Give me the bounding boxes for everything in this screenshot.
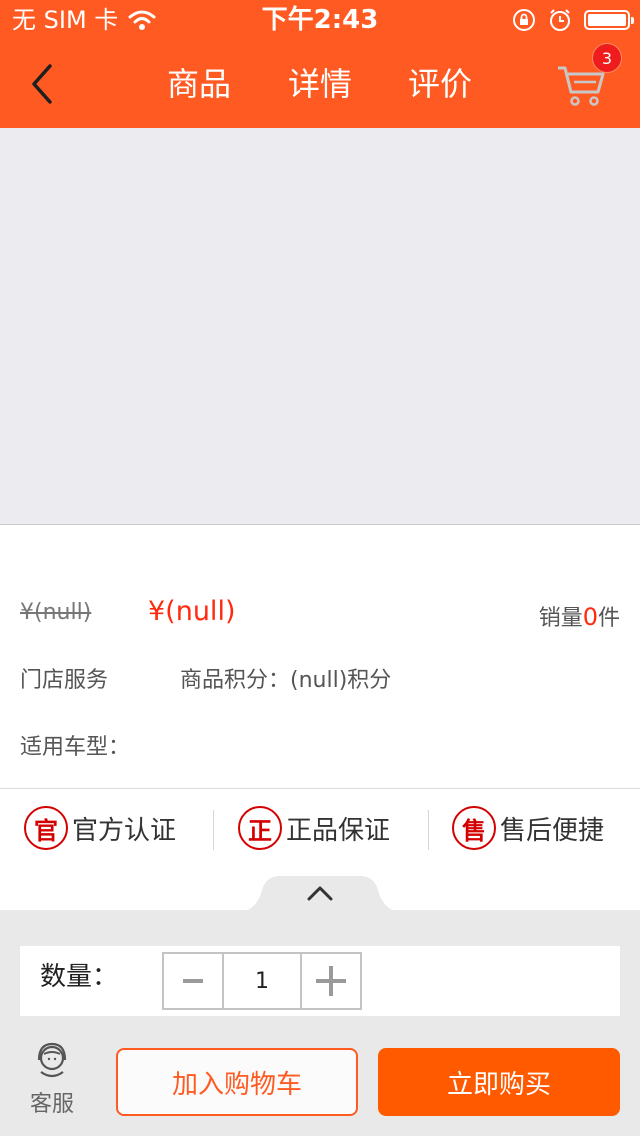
sales-info: 销量0件	[539, 600, 620, 632]
product-points: 商品积分：(null)积分	[180, 668, 392, 693]
app-header: 无 SIM 卡 下午2:43 商品 详情 评价 3	[0, 0, 640, 128]
original-price: ¥(null)	[20, 600, 92, 625]
cart-count-badge: 3	[592, 43, 622, 73]
collapse-tab-shape	[238, 876, 402, 912]
quantity-value[interactable]: 1	[222, 954, 302, 1008]
badge-label: 售后便捷	[500, 815, 605, 846]
badge-separator	[213, 810, 214, 850]
tab-detail[interactable]: 详情	[288, 62, 352, 106]
official-icon: 官	[24, 806, 68, 850]
badge-after-sales: 售 售后便捷	[452, 806, 604, 850]
minus-icon	[183, 979, 203, 983]
quantity-row: 数量： 1	[20, 946, 620, 1016]
badge-official: 官 官方认证	[24, 806, 176, 850]
guarantee-badges: 官 官方认证 正 正品保证 售 售后便捷	[0, 790, 640, 870]
nav-bar: 商品 详情 评价 3	[0, 40, 640, 128]
add-to-cart-button[interactable]: 加入购物车	[116, 1048, 358, 1116]
rotation-lock-icon	[513, 9, 535, 31]
badge-label: 正品保证	[286, 815, 391, 846]
status-bar: 无 SIM 卡 下午2:43	[0, 0, 640, 40]
headset-icon	[37, 1042, 67, 1078]
plus-icon	[316, 966, 346, 996]
quantity-stepper: 1	[162, 952, 362, 1010]
price-row: ¥(null) ¥(null) 销量0件	[0, 594, 640, 638]
sales-unit: 件	[597, 606, 620, 631]
increase-button[interactable]	[302, 954, 360, 1008]
sales-label: 销量	[538, 606, 583, 631]
alarm-icon	[550, 9, 570, 31]
customer-service-button[interactable]: 客服	[20, 1040, 84, 1120]
decrease-button[interactable]	[164, 954, 222, 1008]
store-service: 门店服务	[20, 668, 109, 693]
badge-genuine: 正 正品保证	[238, 806, 390, 850]
chevron-left-icon	[32, 64, 52, 104]
badge-label: 官方认证	[72, 815, 177, 846]
quantity-label: 数量：	[40, 962, 119, 992]
genuine-icon: 正	[238, 806, 282, 850]
tab-review[interactable]: 评价	[408, 62, 472, 106]
customer-service-label: 客服	[29, 1092, 74, 1117]
current-price: ¥(null)	[148, 596, 236, 627]
divider	[0, 788, 640, 789]
product-image-gallery[interactable]	[0, 128, 640, 525]
back-button[interactable]	[24, 60, 64, 108]
sales-count: 0	[582, 603, 598, 631]
tab-goods[interactable]: 商品	[167, 62, 231, 106]
badge-separator	[428, 810, 429, 850]
status-icons	[512, 8, 634, 32]
after-sales-icon: 售	[452, 806, 496, 850]
applicable-vehicle: 适用车型：	[20, 735, 131, 760]
collapse-toggle[interactable]	[238, 874, 402, 912]
buy-now-button[interactable]: 立即购买	[378, 1048, 620, 1116]
battery-icon	[584, 10, 634, 30]
